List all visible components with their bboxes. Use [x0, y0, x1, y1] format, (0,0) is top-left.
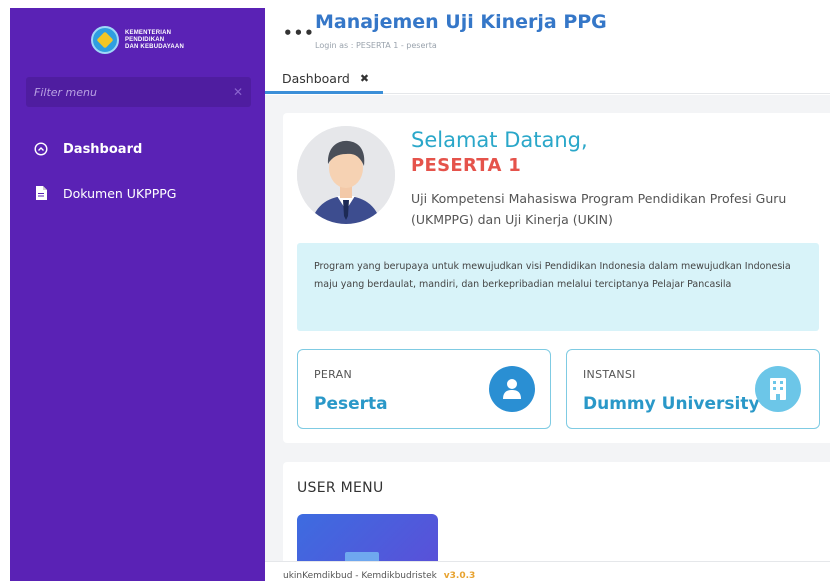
ministry-emblem-icon — [90, 26, 119, 54]
monitor-icon — [345, 552, 379, 561]
program-description: Uji Kompetensi Mahasiswa Program Pendidi… — [411, 191, 787, 227]
sidebar-item-dashboard[interactable]: Dashboard — [10, 127, 265, 171]
logo-text: KEMENTERIAN PENDIDIKAN DAN KEBUDAYAAN — [125, 30, 184, 51]
login-info: Login as : PESERTA 1 - peserta — [315, 41, 437, 50]
sidebar: KEMENTERIAN PENDIDIKAN DAN KEBUDAYAAN ✕ … — [10, 8, 265, 581]
sidebar-item-dokumen[interactable]: Dokumen UKPPPG — [10, 171, 265, 215]
building-icon — [755, 366, 801, 412]
welcome-card: Selamat Datang, PESERTA 1 Uji Kompetensi… — [283, 113, 830, 443]
logo-line-3: DAN KEBUDAYAAN — [124, 43, 185, 50]
footer-text: ukinKemdikbud - Kemdikbudristek — [283, 571, 437, 581]
top-header: ••• Manajemen Uji Kinerja PPG Login as :… — [265, 0, 830, 62]
close-icon[interactable]: ✖ — [360, 72, 369, 85]
logo-line-1: KEMENTERIAN — [124, 29, 172, 36]
user-menu-tile[interactable] — [297, 514, 438, 561]
version-badge: v3.0.3 — [443, 571, 476, 581]
stat-card-peran: PERAN Peserta — [297, 349, 551, 429]
stat-card-instansi: INSTANSI Dummy University 1 — [566, 349, 820, 429]
gauge-icon — [34, 142, 48, 156]
sidebar-item-label: Dashboard — [63, 141, 143, 157]
sidebar-nav: Dashboard Dokumen UKPPPG — [10, 127, 265, 215]
info-box: Program yang berupaya untuk mewujudkan v… — [297, 243, 819, 331]
user-icon — [489, 366, 535, 412]
user-name: PESERTA 1 — [411, 155, 522, 176]
ellipsis-icon[interactable]: ••• — [283, 24, 315, 42]
stat-label: PERAN — [314, 368, 353, 381]
user-menu-title: USER MENU — [297, 480, 384, 496]
document-icon — [34, 186, 48, 200]
main-content: Selamat Datang, PESERTA 1 Uji Kompetensi… — [265, 95, 830, 561]
tab-dashboard[interactable]: Dashboard ✖ — [265, 66, 384, 94]
logo-line-2: PENDIDIKAN — [124, 36, 165, 43]
filter-menu-box: ✕ — [26, 77, 251, 107]
greeting: Selamat Datang, — [411, 128, 588, 152]
sidebar-item-label: Dokumen UKPPPG — [63, 185, 177, 201]
stat-value: Peserta — [314, 394, 388, 414]
avatar — [297, 126, 395, 224]
tab-bar: Dashboard ✖ — [265, 62, 830, 94]
user-menu-card: USER MENU — [283, 462, 830, 561]
footer: ukinKemdikbud - Kemdikbudristek v3.0.3 — [265, 561, 830, 581]
stat-value: Dummy University 1 — [583, 394, 778, 414]
filter-menu-input[interactable] — [34, 85, 214, 99]
app-root: KEMENTERIAN PENDIDIKAN DAN KEBUDAYAAN ✕ … — [0, 0, 830, 581]
tab-label: Dashboard — [282, 71, 350, 86]
page-title: Manajemen Uji Kinerja PPG — [315, 11, 607, 33]
stat-label: INSTANSI — [583, 368, 636, 381]
logo[interactable]: KEMENTERIAN PENDIDIKAN DAN KEBUDAYAAN — [10, 8, 265, 72]
filter-clear-icon[interactable]: ✕ — [233, 85, 243, 99]
